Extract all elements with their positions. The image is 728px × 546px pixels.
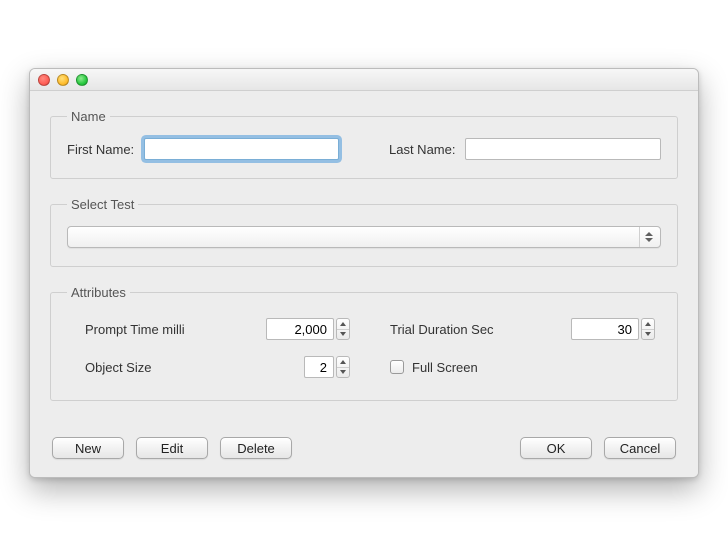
minimize-icon[interactable] bbox=[57, 74, 69, 86]
content-area: Name First Name: Last Name: Select Test bbox=[30, 91, 698, 477]
select-test-value bbox=[67, 226, 661, 248]
updown-arrows-icon bbox=[639, 227, 657, 247]
attributes-group: Attributes Prompt Time milli Trial Durat… bbox=[50, 285, 678, 401]
zoom-icon[interactable] bbox=[76, 74, 88, 86]
step-up-icon[interactable] bbox=[642, 319, 654, 329]
name-group: Name First Name: Last Name: bbox=[50, 109, 678, 179]
select-test-legend: Select Test bbox=[67, 197, 138, 212]
checkbox-icon bbox=[390, 360, 404, 374]
first-name-label: First Name: bbox=[67, 142, 134, 157]
step-down-icon[interactable] bbox=[337, 367, 349, 378]
last-name-label: Last Name: bbox=[389, 142, 455, 157]
cancel-button[interactable]: Cancel bbox=[604, 437, 676, 459]
stepper-buttons[interactable] bbox=[336, 318, 350, 340]
delete-button[interactable]: Delete bbox=[220, 437, 292, 459]
trial-duration-label: Trial Duration Sec bbox=[390, 322, 494, 337]
first-name-input[interactable] bbox=[144, 138, 339, 160]
trial-duration-input[interactable] bbox=[571, 318, 639, 340]
object-size-input[interactable] bbox=[304, 356, 334, 378]
full-screen-checkbox[interactable]: Full Screen bbox=[390, 360, 478, 375]
prompt-time-stepper[interactable] bbox=[266, 318, 350, 340]
trial-duration-stepper[interactable] bbox=[571, 318, 655, 340]
last-name-input[interactable] bbox=[465, 138, 661, 160]
edit-button[interactable]: Edit bbox=[136, 437, 208, 459]
new-button[interactable]: New bbox=[52, 437, 124, 459]
attributes-legend: Attributes bbox=[67, 285, 130, 300]
titlebar bbox=[30, 69, 698, 91]
step-down-icon[interactable] bbox=[337, 329, 349, 340]
object-size-label: Object Size bbox=[85, 360, 151, 375]
step-up-icon[interactable] bbox=[337, 319, 349, 329]
ok-button[interactable]: OK bbox=[520, 437, 592, 459]
select-test-dropdown[interactable] bbox=[67, 226, 661, 248]
stepper-buttons[interactable] bbox=[336, 356, 350, 378]
prompt-time-input[interactable] bbox=[266, 318, 334, 340]
dialog-window: Name First Name: Last Name: Select Test bbox=[29, 68, 699, 478]
object-size-stepper[interactable] bbox=[304, 356, 350, 378]
button-row: New Edit Delete OK Cancel bbox=[50, 437, 678, 459]
full-screen-label: Full Screen bbox=[412, 360, 478, 375]
step-up-icon[interactable] bbox=[337, 357, 349, 367]
name-legend: Name bbox=[67, 109, 110, 124]
stepper-buttons[interactable] bbox=[641, 318, 655, 340]
select-test-group: Select Test bbox=[50, 197, 678, 267]
close-icon[interactable] bbox=[38, 74, 50, 86]
step-down-icon[interactable] bbox=[642, 329, 654, 340]
prompt-time-label: Prompt Time milli bbox=[85, 322, 185, 337]
